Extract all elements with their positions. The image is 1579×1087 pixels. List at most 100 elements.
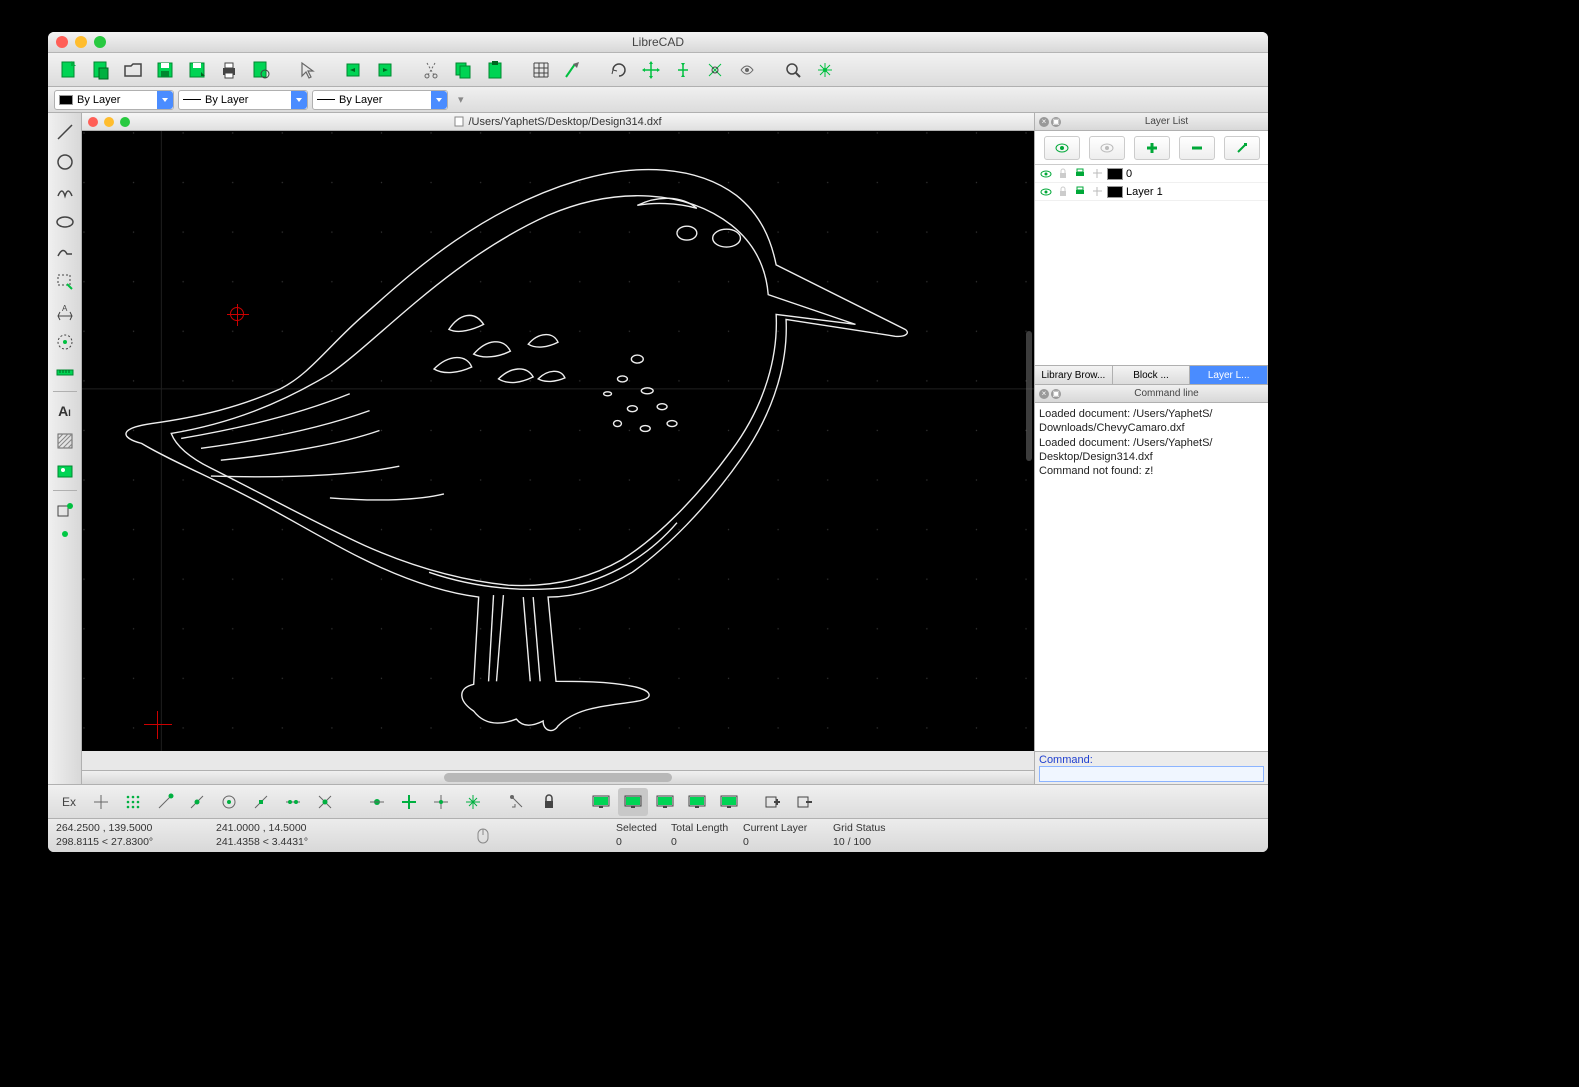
tab-block[interactable]: Block ... <box>1113 366 1191 384</box>
dimension-tool[interactable]: A <box>50 297 80 327</box>
color-selector[interactable]: By Layer <box>54 90 174 110</box>
save-button[interactable] <box>150 56 180 84</box>
add-layer-button[interactable] <box>1134 136 1170 160</box>
snap-endpoint-button[interactable] <box>150 788 180 816</box>
linetype-selector[interactable]: By Layer <box>312 90 448 110</box>
redo-button[interactable] <box>370 56 400 84</box>
zoom-previous-button[interactable] <box>732 56 762 84</box>
panel-undock-icon[interactable]: ▣ <box>1051 117 1061 127</box>
lock-icon[interactable] <box>1056 167 1070 181</box>
circle-tool[interactable] <box>50 147 80 177</box>
add-view-button[interactable] <box>758 788 788 816</box>
remove-layer-button[interactable] <box>1179 136 1215 160</box>
panel-undock-icon[interactable]: ▣ <box>1051 389 1061 399</box>
rel-coord: 241.0000 , 14.5000 <box>216 822 476 836</box>
restrict-vertical-button[interactable] <box>458 788 488 816</box>
hide-all-layers-button[interactable] <box>1089 136 1125 160</box>
zoom-pan-button[interactable] <box>810 56 840 84</box>
select-tool[interactable] <box>50 267 80 297</box>
measure-tool[interactable] <box>50 357 80 387</box>
undo-button[interactable] <box>338 56 368 84</box>
snap-intersection-button[interactable] <box>310 788 340 816</box>
remove-view-button[interactable] <box>790 788 820 816</box>
layer-row[interactable]: Layer 1 <box>1035 183 1268 201</box>
polyline-tool[interactable] <box>50 237 80 267</box>
screen2-button[interactable] <box>618 788 648 816</box>
titlebar: LibreCAD <box>48 32 1268 53</box>
main-toolbar <box>48 53 1268 87</box>
snap-free-button[interactable] <box>86 788 116 816</box>
pointer-button[interactable] <box>292 56 322 84</box>
text-tool[interactable]: AI <box>50 396 80 426</box>
drawing-canvas[interactable] <box>82 131 1034 751</box>
abs-coord: 264.2500 , 139.5000 <box>56 822 216 836</box>
save-as-button[interactable] <box>182 56 212 84</box>
exclusive-snap-button[interactable]: Ex <box>54 788 84 816</box>
grid-toggle-button[interactable] <box>526 56 556 84</box>
lock-icon[interactable] <box>1056 185 1070 199</box>
canvas-viewport[interactable] <box>82 131 1034 770</box>
vertical-scrollbar[interactable] <box>1026 331 1032 461</box>
panel-close-icon[interactable]: × <box>1039 117 1049 127</box>
layer-row[interactable]: 0 <box>1035 165 1268 183</box>
curve-tool[interactable] <box>50 177 80 207</box>
construction-icon[interactable] <box>1090 185 1104 199</box>
zoom-redraw-button[interactable] <box>604 56 634 84</box>
lock-relative-zero-button[interactable] <box>534 788 564 816</box>
zoom-auto-button[interactable] <box>700 56 730 84</box>
layer-list[interactable]: 0 Layer 1 <box>1035 165 1268 365</box>
eye-icon[interactable] <box>1039 185 1053 199</box>
screen3-button[interactable] <box>650 788 680 816</box>
ellipse-tool[interactable] <box>50 207 80 237</box>
restrict-orthogonal-button[interactable] <box>394 788 424 816</box>
snap-toolbar: Ex <box>48 784 1268 818</box>
relative-zero-button[interactable] <box>502 788 532 816</box>
draft-mode-button[interactable] <box>558 56 588 84</box>
selected-label: Selected <box>616 822 671 836</box>
zoom-in-button[interactable] <box>636 56 666 84</box>
zoom-window-button[interactable] <box>778 56 808 84</box>
panel-close-icon[interactable]: × <box>1039 389 1049 399</box>
restrict-horizontal-button[interactable] <box>426 788 456 816</box>
tool-palette: A AI <box>48 113 82 784</box>
restrict-nothing-button[interactable] <box>362 788 392 816</box>
snap-middle-button[interactable] <box>246 788 276 816</box>
print-icon[interactable] <box>1073 185 1087 199</box>
new-from-template-button[interactable] <box>86 56 116 84</box>
print-preview-button[interactable] <box>246 56 276 84</box>
print-button[interactable] <box>214 56 244 84</box>
zoom-out-button[interactable] <box>668 56 698 84</box>
modify-tool[interactable] <box>50 327 80 357</box>
grid-status-label: Grid Status <box>833 822 913 836</box>
tab-layer[interactable]: Layer L... <box>1190 366 1268 384</box>
screen1-button[interactable] <box>586 788 616 816</box>
linewidth-selector[interactable]: By Layer <box>178 90 308 110</box>
snap-center-button[interactable] <box>214 788 244 816</box>
line-tool[interactable] <box>50 117 80 147</box>
layer-name: 0 <box>1126 168 1132 180</box>
block-tool[interactable] <box>50 495 80 525</box>
new-file-button[interactable] <box>54 56 84 84</box>
image-tool[interactable] <box>50 456 80 486</box>
paste-button[interactable] <box>480 56 510 84</box>
cut-button[interactable] <box>416 56 446 84</box>
copy-button[interactable] <box>448 56 478 84</box>
screen5-button[interactable] <box>714 788 744 816</box>
tab-library[interactable]: Library Brow... <box>1035 366 1113 384</box>
horizontal-scrollbar[interactable] <box>82 770 1034 784</box>
open-button[interactable] <box>118 56 148 84</box>
command-log[interactable]: Loaded document: /Users/YaphetS/ Downloa… <box>1035 403 1268 751</box>
document-title: /Users/YaphetS/Desktop/Design314.dxf <box>82 116 1034 128</box>
screen4-button[interactable] <box>682 788 712 816</box>
edit-layer-button[interactable] <box>1224 136 1260 160</box>
snap-on-entity-button[interactable] <box>182 788 212 816</box>
snap-distance-button[interactable] <box>278 788 308 816</box>
construction-icon[interactable] <box>1090 167 1104 181</box>
command-input[interactable] <box>1039 766 1264 782</box>
eye-icon[interactable] <box>1039 167 1053 181</box>
snap-grid-button[interactable] <box>118 788 148 816</box>
show-all-layers-button[interactable] <box>1044 136 1080 160</box>
document-titlebar: /Users/YaphetS/Desktop/Design314.dxf <box>82 113 1034 131</box>
hatch-tool[interactable] <box>50 426 80 456</box>
print-icon[interactable] <box>1073 167 1087 181</box>
